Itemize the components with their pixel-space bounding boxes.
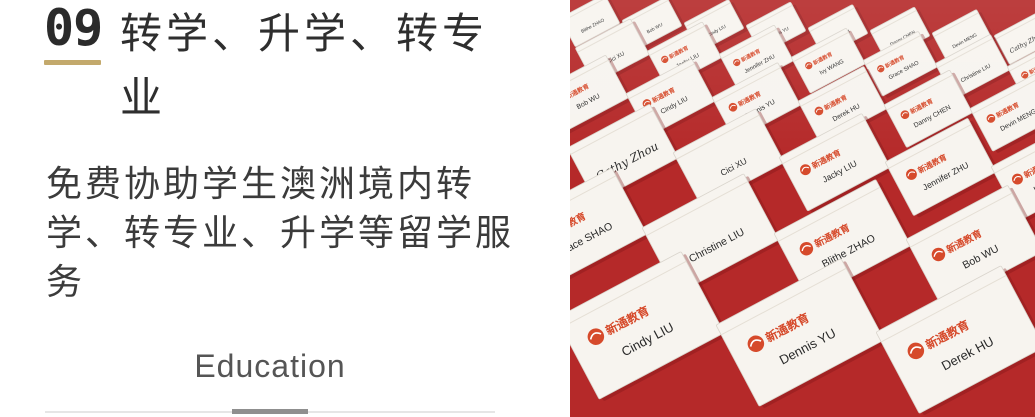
name-cards-illustration: Blithe ZHAOBob WUCindy LIUDennis YUDerek…: [570, 0, 1035, 417]
section-description: 免费协助学生澳洲境内转学、转专业、升学等留学服务: [46, 164, 515, 303]
slider-indicator[interactable]: [232, 409, 308, 414]
text-panel: 09 转学、升学、转专业 免费协助学生澳洲境内转学、转专业、升学等留学服务 Ed…: [0, 0, 570, 417]
section-title: 转学、升学、转专业: [120, 9, 489, 122]
section-tagline: Education: [194, 348, 346, 384]
name-cards-photo: Blithe ZHAOBob WUCindy LIUDennis YUDerek…: [570, 0, 1035, 417]
number-underline: [44, 60, 101, 65]
section-number: 09: [44, 0, 103, 57]
